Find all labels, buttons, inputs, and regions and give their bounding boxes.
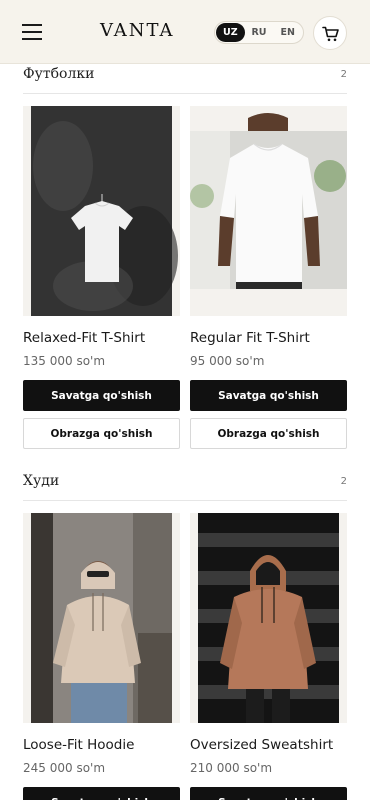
- product-name[interactable]: Oversized Sweatshirt: [190, 737, 333, 753]
- product-name[interactable]: Regular Fit T-Shirt: [190, 330, 310, 346]
- section-count: 2: [340, 69, 347, 80]
- section-header-hoodies: Худи 2: [23, 471, 347, 501]
- section-count: 2: [340, 476, 347, 487]
- hamburger-menu-icon[interactable]: [22, 24, 42, 40]
- add-to-cart-button[interactable]: Savatga qo'shish: [23, 787, 180, 800]
- product-name[interactable]: Relaxed-Fit T-Shirt: [23, 330, 145, 346]
- add-to-cart-button[interactable]: Savatga qo'shish: [23, 380, 180, 411]
- cart-button[interactable]: [313, 16, 347, 50]
- section-header-tshirts: Футболки 2: [23, 64, 347, 94]
- product-name[interactable]: Loose-Fit Hoodie: [23, 737, 134, 753]
- brand-logo[interactable]: VANTA: [100, 20, 175, 41]
- section-title: Футболки: [23, 66, 95, 82]
- add-to-cart-button[interactable]: Savatga qo'shish: [190, 787, 347, 800]
- product-price: 210 000 so'm: [190, 761, 273, 775]
- product-image[interactable]: [190, 106, 347, 316]
- product-image[interactable]: [23, 106, 180, 316]
- product-image[interactable]: [23, 513, 180, 723]
- add-to-cart-button[interactable]: Savatga qo'shish: [190, 380, 347, 411]
- lang-en-button[interactable]: EN: [273, 23, 302, 42]
- section-title: Худи: [23, 473, 60, 489]
- product-price: 95 000 so'm: [190, 354, 265, 368]
- top-header: VANTA UZ RU EN: [0, 0, 370, 64]
- lang-ru-button[interactable]: RU: [245, 23, 274, 42]
- language-switcher: UZ RU EN: [214, 21, 304, 44]
- lang-uz-button[interactable]: UZ: [216, 23, 245, 42]
- product-image[interactable]: [190, 513, 347, 723]
- add-to-outfit-button[interactable]: Obrazga qo'shish: [23, 418, 180, 449]
- product-price: 135 000 so'm: [23, 354, 106, 368]
- shopping-cart-icon: [322, 26, 339, 42]
- product-price: 245 000 so'm: [23, 761, 106, 775]
- add-to-outfit-button[interactable]: Obrazga qo'shish: [190, 418, 347, 449]
